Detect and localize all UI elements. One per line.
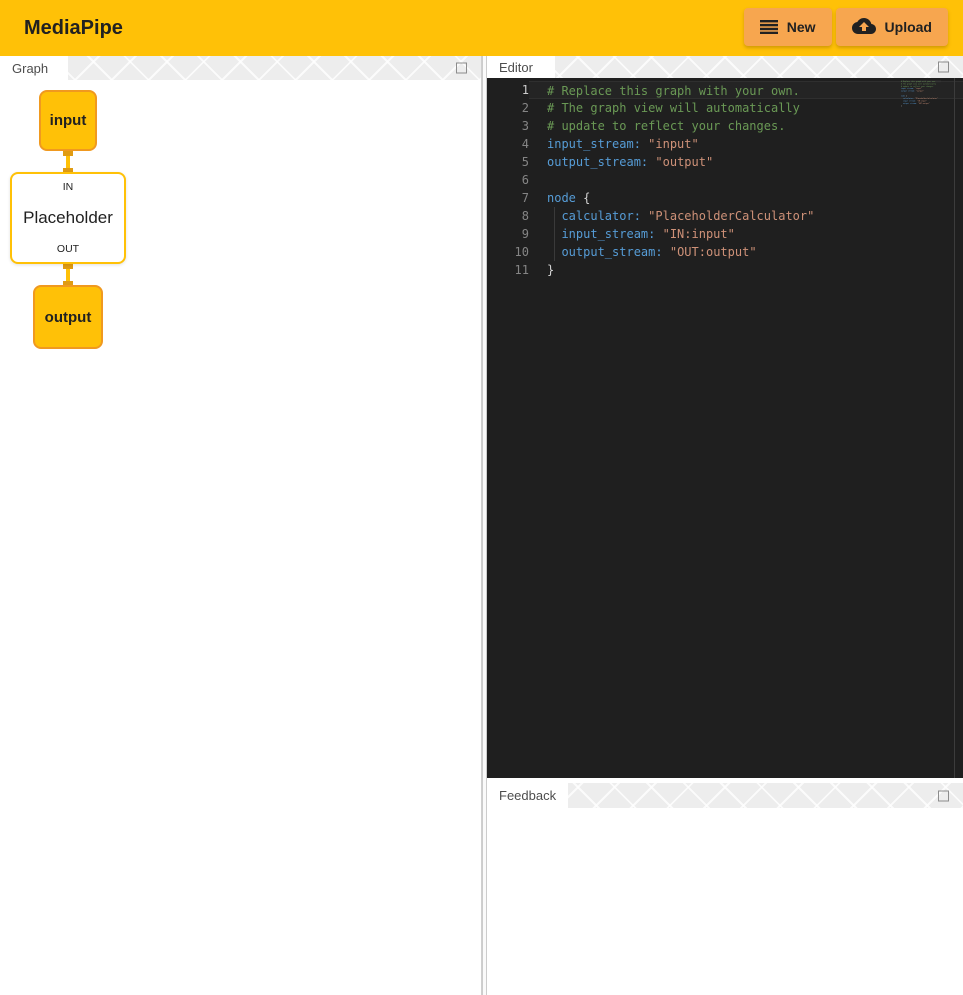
placeholder-out-label: OUT bbox=[57, 243, 79, 255]
feedback-body bbox=[487, 808, 963, 995]
line-number: 2 bbox=[487, 99, 529, 117]
code-line-content: } bbox=[529, 261, 963, 279]
line-number: 9 bbox=[487, 225, 529, 243]
line-number: 7 bbox=[487, 189, 529, 207]
code-line-1[interactable]: 1# Replace this graph with your own. bbox=[487, 81, 963, 99]
line-number: 6 bbox=[487, 171, 529, 189]
tab-editor[interactable]: Editor bbox=[487, 56, 555, 78]
tab-graph-label: Graph bbox=[12, 61, 48, 76]
graph-node-input-label: input bbox=[50, 112, 87, 129]
overview-ruler bbox=[954, 78, 955, 778]
code-line-5[interactable]: 5output_stream: "output" bbox=[487, 153, 963, 171]
line-number: 10 bbox=[487, 243, 529, 261]
upload-button[interactable]: Upload bbox=[836, 8, 948, 46]
line-number: 3 bbox=[487, 117, 529, 135]
tab-editor-label: Editor bbox=[499, 60, 533, 75]
graph-canvas[interactable]: input IN Placeholder OUT output bbox=[0, 80, 481, 995]
code-line-content: input_stream: "input" bbox=[529, 135, 963, 153]
code-line-content: node { bbox=[529, 189, 963, 207]
maximize-icon[interactable] bbox=[938, 790, 949, 801]
maximize-icon[interactable] bbox=[938, 62, 949, 73]
code-line-3[interactable]: 3# update to reflect your changes. bbox=[487, 117, 963, 135]
code-line-4[interactable]: 4input_stream: "input" bbox=[487, 135, 963, 153]
code-line-11[interactable]: 11} bbox=[487, 261, 963, 279]
editor-minimap[interactable]: # Replace this graph with your own.# The… bbox=[901, 80, 941, 126]
new-button-label: New bbox=[787, 19, 816, 35]
code-line-content: } bbox=[901, 105, 941, 107]
code-line-content: # update to reflect your changes. bbox=[529, 117, 963, 135]
tab-feedback-label: Feedback bbox=[499, 788, 556, 803]
upload-button-label: Upload bbox=[885, 19, 932, 35]
tab-feedback[interactable]: Feedback bbox=[487, 783, 568, 808]
line-number: 5 bbox=[487, 153, 529, 171]
graph-node-output[interactable]: output bbox=[33, 285, 103, 349]
graph-node-input[interactable]: input bbox=[39, 90, 97, 151]
graph-node-placeholder[interactable]: IN Placeholder OUT bbox=[10, 172, 126, 264]
code-line-content bbox=[529, 171, 963, 189]
placeholder-title: Placeholder bbox=[23, 208, 113, 228]
code-editor[interactable]: 1# Replace this graph with your own.2# T… bbox=[487, 78, 963, 778]
line-number: 1 bbox=[487, 81, 529, 99]
menu-lines-icon bbox=[760, 20, 778, 34]
code-line-8[interactable]: 8 calculator: "PlaceholderCalculator" bbox=[487, 207, 963, 225]
code-line-11: } bbox=[901, 105, 941, 107]
code-line-7[interactable]: 7node { bbox=[487, 189, 963, 207]
feedback-panel: Feedback bbox=[487, 783, 963, 995]
code-line-content: calculator: "PlaceholderCalculator" bbox=[529, 207, 963, 225]
header-actions: New Upload bbox=[744, 8, 948, 46]
mediapipe-visualizer: MediaPipe New bbox=[0, 0, 963, 995]
code-line-content: output_stream: "output" bbox=[529, 153, 963, 171]
line-number: 8 bbox=[487, 207, 529, 225]
code-line-content: # Replace this graph with your own. bbox=[529, 81, 963, 99]
editor-panel: Editor 1# Replace this graph with your o… bbox=[487, 56, 963, 778]
maximize-icon[interactable] bbox=[456, 63, 467, 74]
app-header: MediaPipe New bbox=[0, 0, 963, 56]
code-line-content: # The graph view will automatically bbox=[529, 99, 963, 117]
line-number: 4 bbox=[487, 135, 529, 153]
placeholder-in-label: IN bbox=[63, 181, 74, 193]
line-number: 11 bbox=[487, 261, 529, 279]
code-line-10[interactable]: 10 output_stream: "OUT:output" bbox=[487, 243, 963, 261]
code-lines: 1# Replace this graph with your own.2# T… bbox=[487, 81, 963, 279]
code-line-2[interactable]: 2# The graph view will automatically bbox=[487, 99, 963, 117]
tab-graph[interactable]: Graph bbox=[0, 56, 68, 80]
graph-node-output-label: output bbox=[45, 309, 92, 326]
code-line-6[interactable]: 6 bbox=[487, 171, 963, 189]
code-line-9[interactable]: 9 input_stream: "IN:input" bbox=[487, 225, 963, 243]
code-line-content: output_stream: "OUT:output" bbox=[529, 243, 963, 261]
code-line-content: input_stream: "IN:input" bbox=[529, 225, 963, 243]
app-title: MediaPipe bbox=[24, 17, 123, 40]
cloud-upload-icon bbox=[852, 18, 876, 36]
new-button[interactable]: New bbox=[744, 8, 832, 46]
feedback-tabstrip: Feedback bbox=[487, 783, 963, 808]
editor-tabstrip: Editor bbox=[487, 56, 963, 78]
graph-panel: Graph input IN Placeholder OUT output bbox=[0, 56, 482, 995]
graph-tabstrip: Graph bbox=[0, 56, 481, 80]
minimap-content: # Replace this graph with your own.# The… bbox=[901, 80, 941, 107]
